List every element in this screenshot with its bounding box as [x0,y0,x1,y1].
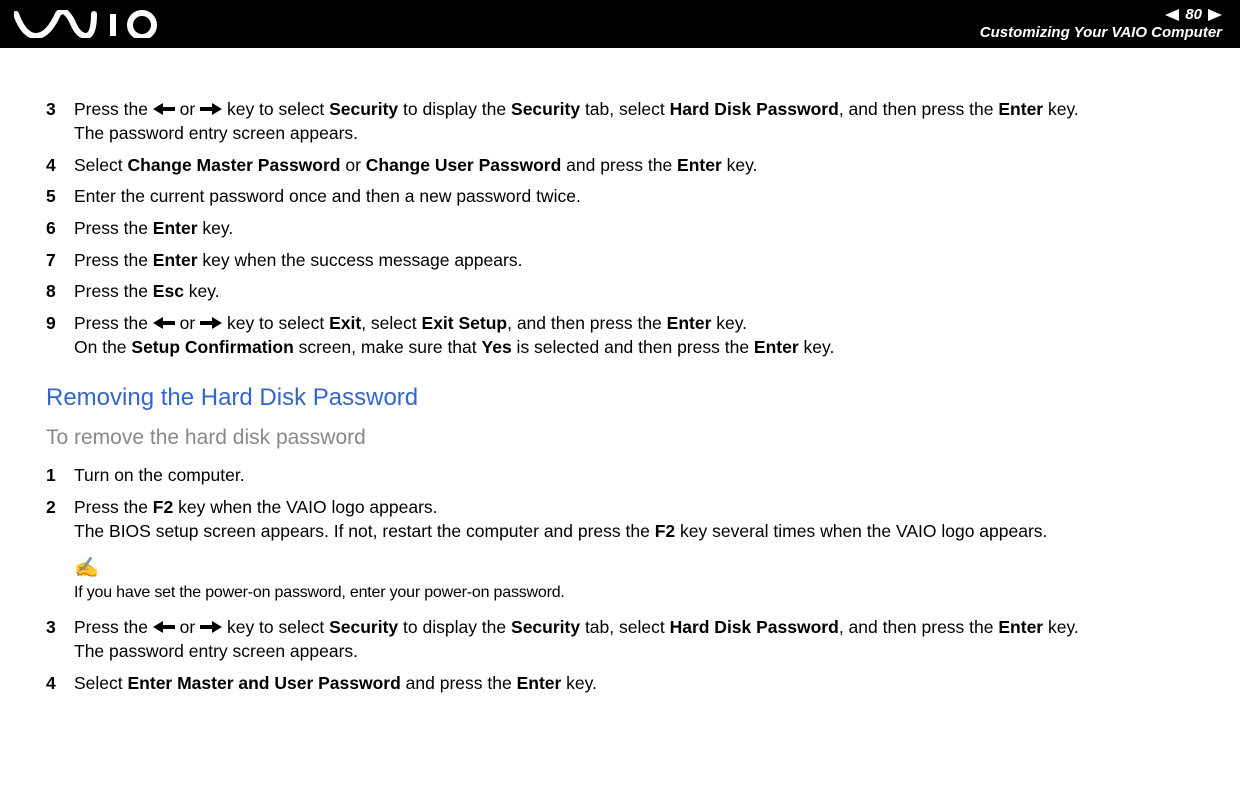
page-number-row: 80 [1165,7,1222,22]
bold-text: Security [329,99,398,119]
bold-text: Change User Password [366,155,561,175]
bold-text: Exit [329,313,361,333]
step: 2Press the F2 key when the VAIO logo app… [46,496,1194,543]
step-number: 8 [46,280,74,304]
step-number: 3 [46,98,74,146]
bold-text: Security [329,617,398,637]
arrow-left-icon [153,616,175,640]
step: 9Press the or key to select Exit, select… [46,312,1194,360]
bold-text: Enter [998,617,1043,637]
bold-text: Enter [998,99,1043,119]
nav-prev-icon[interactable] [1165,9,1179,21]
step: 7Press the Enter key when the success me… [46,249,1194,273]
bold-text: Security [511,617,580,637]
page-content: 3Press the or key to select Security to … [0,48,1240,695]
step: 1Turn on the computer. [46,464,1194,488]
step: 4Select Change Master Password or Change… [46,154,1194,178]
bold-text: Enter [153,218,198,238]
arrow-right-icon [200,98,222,122]
header-right: 80 Customizing Your VAIO Computer [980,7,1222,41]
step-number: 6 [46,217,74,241]
bold-text: Exit Setup [422,313,508,333]
note-text: If you have set the power-on password, e… [74,582,1194,604]
step-number: 9 [46,312,74,360]
arrow-left-icon [153,98,175,122]
step-number: 4 [46,154,74,178]
step-body: Turn on the computer. [74,464,1194,488]
step: 3Press the or key to select Security to … [46,616,1194,664]
nav-next-icon[interactable] [1208,9,1222,21]
bold-text: Yes [482,337,512,357]
step-extra: The password entry screen appears. [74,123,358,143]
note-icon: ✍ [74,555,1194,582]
bold-text: Enter [667,313,712,333]
bold-text: Enter Master and User Password [128,673,401,693]
step-number: 7 [46,249,74,273]
step: 4Select Enter Master and User Password a… [46,672,1194,696]
header-title: Customizing Your VAIO Computer [980,24,1222,41]
bold-text: Enter [153,250,198,270]
step-body: Enter the current password once and then… [74,185,1194,209]
step-extra: The BIOS setup screen appears. If not, r… [74,521,1047,541]
note-block: ✍ If you have set the power-on password,… [74,555,1194,604]
bold-text: Enter [677,155,722,175]
step-body: Press the or key to select Security to d… [74,616,1194,664]
step-body: Press the Esc key. [74,280,1194,304]
bold-text: Enter [754,337,799,357]
step: 6Press the Enter key. [46,217,1194,241]
step-number: 5 [46,185,74,209]
step-extra: On the Setup Confirmation screen, make s… [74,337,834,357]
page-header: 80 Customizing Your VAIO Computer [0,0,1240,48]
step-body: Press the or key to select Exit, select … [74,312,1194,360]
step-body: Press the Enter key. [74,217,1194,241]
step-body: Select Change Master Password or Change … [74,154,1194,178]
vaio-logo [14,10,164,38]
arrow-right-icon [200,616,222,640]
section-heading: Removing the Hard Disk Password [46,382,1194,414]
step-number: 1 [46,464,74,488]
page-number: 80 [1185,7,1202,22]
bold-text: Esc [153,281,184,301]
step: 8Press the Esc key. [46,280,1194,304]
bold-text: Security [511,99,580,119]
step-body: Press the Enter key when the success mes… [74,249,1194,273]
step-body: Select Enter Master and User Password an… [74,672,1194,696]
bold-text: F2 [655,521,675,541]
sub-heading: To remove the hard disk password [46,424,1194,452]
bold-text: Change Master Password [128,155,341,175]
step-number: 2 [46,496,74,543]
step-number: 4 [46,672,74,696]
step: 5Enter the current password once and the… [46,185,1194,209]
bold-text: Enter [517,673,562,693]
bold-text: Setup Confirmation [131,337,293,357]
step-body: Press the F2 key when the VAIO logo appe… [74,496,1194,543]
arrow-left-icon [153,312,175,336]
bold-text: Hard Disk Password [670,99,839,119]
arrow-right-icon [200,312,222,336]
step-extra: The password entry screen appears. [74,641,358,661]
step: 3Press the or key to select Security to … [46,98,1194,146]
step-number: 3 [46,616,74,664]
bold-text: Hard Disk Password [670,617,839,637]
step-body: Press the or key to select Security to d… [74,98,1194,146]
bold-text: F2 [153,497,173,517]
